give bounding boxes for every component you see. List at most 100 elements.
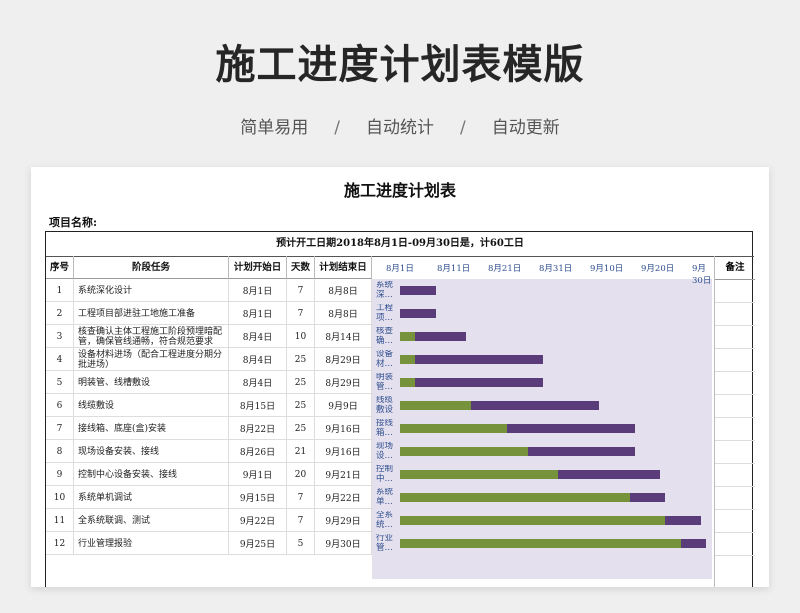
- row-end-date: 9月16日: [315, 440, 372, 463]
- remark-column: 备注: [714, 256, 755, 587]
- row-days: 7: [287, 486, 315, 509]
- gantt-bar-completed: [400, 447, 528, 456]
- row-end-date: 8月8日: [315, 279, 372, 302]
- row-task: 核查确认主体工程施工阶段预埋暗配管，确保管线通畅，符合规范要求: [74, 325, 229, 348]
- axis-tick-label: 8月1日: [386, 264, 414, 274]
- gantt-bar-planned: [527, 447, 635, 456]
- gantt-row-label: 线缆敷设: [376, 396, 394, 415]
- row-end-date: 9月9日: [315, 394, 372, 417]
- remark-cell: [715, 395, 755, 418]
- header-no: 序号: [46, 256, 74, 279]
- remark-cell: [715, 326, 755, 349]
- row-start-date: 8月22日: [229, 417, 287, 440]
- row-no: 7: [46, 417, 74, 440]
- row-end-date: 8月14日: [315, 325, 372, 348]
- row-end-date: 8月29日: [315, 348, 372, 371]
- remark-cell: [715, 441, 755, 464]
- row-end-date: 9月29日: [315, 509, 372, 532]
- row-task: 系统深化设计: [74, 279, 229, 302]
- row-days: 25: [287, 371, 315, 394]
- gantt-row-label: 行业管…: [376, 534, 394, 553]
- row-no: 11: [46, 509, 74, 532]
- row-no: 10: [46, 486, 74, 509]
- subtitle-separator: /: [460, 118, 466, 138]
- gantt-row-label: 现场设…: [376, 442, 394, 461]
- gantt-bar-planned: [415, 378, 543, 387]
- table-row: 11 全系统联调、测试 9月22日 7 9月29日: [46, 509, 372, 532]
- row-days: 21: [287, 440, 315, 463]
- remark-cell: [715, 280, 755, 303]
- schedule-banner: 预计开工日期2018年8月1日-09月30日是，计60工日: [46, 232, 754, 257]
- row-task: 接线箱、底座(盒)安装: [74, 417, 229, 440]
- gantt-bar-planned: [558, 470, 661, 479]
- row-start-date: 9月15日: [229, 486, 287, 509]
- gantt-bar-planned: [400, 286, 436, 295]
- subtitle-item: 自动更新: [491, 118, 560, 138]
- gantt-row-label: 接线箱…: [376, 419, 394, 438]
- gantt-bar-completed: [400, 332, 416, 341]
- header-start: 计划开始日: [229, 256, 287, 279]
- row-no: 8: [46, 440, 74, 463]
- table-row: 9 控制中心设备安装、接线 9月1日 20 9月21日: [46, 463, 372, 486]
- subtitle-item: 简单易用: [240, 118, 309, 138]
- header-task: 阶段任务: [74, 256, 229, 279]
- gantt-bar-planned: [415, 332, 467, 341]
- schedule-table: 预计开工日期2018年8月1日-09月30日是，计60工日 序号 阶段任务 计划…: [45, 231, 755, 587]
- row-days: 25: [287, 394, 315, 417]
- axis-tick-label: 9月30日: [692, 264, 712, 286]
- subtitle-item: 自动统计: [366, 118, 434, 138]
- row-days: 10: [287, 325, 315, 348]
- remark-cell: [715, 510, 755, 533]
- row-task: 线缆敷设: [74, 394, 229, 417]
- row-task: 系统单机调试: [74, 486, 229, 509]
- hero-title: 施工进度计划表模版: [215, 42, 585, 88]
- row-end-date: 9月22日: [315, 486, 372, 509]
- gantt-bar-completed: [400, 539, 681, 548]
- row-no: 3: [46, 325, 74, 348]
- gantt-row-label: 明装管…: [376, 373, 394, 392]
- row-days: 7: [287, 279, 315, 302]
- remark-cell: [715, 487, 755, 510]
- gantt-bar-completed: [400, 493, 630, 502]
- gantt-bar-planned: [471, 401, 599, 410]
- gantt-row-label: 全系统…: [376, 511, 394, 530]
- remark-cell: [715, 349, 755, 372]
- gantt-bar-planned: [507, 424, 635, 433]
- gantt-bar-planned: [400, 309, 436, 318]
- remark-cell: [715, 372, 755, 395]
- header-remark: 备注: [715, 256, 755, 280]
- row-start-date: 8月15日: [229, 394, 287, 417]
- row-start-date: 8月4日: [229, 348, 287, 371]
- gantt-row-label: 设备材…: [376, 350, 394, 369]
- row-end-date: 8月8日: [315, 302, 372, 325]
- row-end-date: 9月21日: [315, 463, 372, 486]
- row-no: 1: [46, 279, 74, 302]
- table-row: 5 明装管、线槽敷设 8月4日 25 8月29日: [46, 371, 372, 394]
- row-task: 全系统联调、测试: [74, 509, 229, 532]
- remark-cell: [715, 303, 755, 326]
- row-end-date: 9月16日: [315, 417, 372, 440]
- spreadsheet-preview: 施工进度计划表 项目名称: 预计开工日期2018年8月1日-09月30日是，计6…: [31, 167, 769, 587]
- gantt-row-label: 工程项…: [376, 304, 394, 323]
- hero-subtitle: 简单易用 / 自动统计 / 自动更新: [0, 113, 800, 138]
- row-task: 设备材料进场（配合工程进度分期分批进场）: [74, 348, 229, 371]
- axis-tick-label: 9月20日: [641, 264, 675, 274]
- header-days: 天数: [287, 256, 315, 279]
- axis-tick-label: 8月11日: [437, 264, 471, 274]
- row-start-date: 8月1日: [229, 279, 287, 302]
- table-row: 6 线缆敷设 8月15日 25 9月9日: [46, 394, 372, 417]
- row-task: 工程项目部进驻工地施工准备: [74, 302, 229, 325]
- row-start-date: 8月26日: [229, 440, 287, 463]
- gantt-bar-completed: [400, 424, 508, 433]
- row-days: 20: [287, 463, 315, 486]
- row-end-date: 8月29日: [315, 371, 372, 394]
- row-no: 12: [46, 532, 74, 555]
- table-row: 2 工程项目部进驻工地施工准备 8月1日 7 8月8日: [46, 302, 372, 325]
- table-row: 10 系统单机调试 9月15日 7 9月22日: [46, 486, 372, 509]
- table-row: 3 核查确认主体工程施工阶段预埋暗配管，确保管线通畅，符合规范要求 8月4日 10 8月…: [46, 325, 372, 348]
- row-days: 5: [287, 532, 315, 555]
- row-days: 25: [287, 348, 315, 371]
- row-start-date: 8月4日: [229, 371, 287, 394]
- row-days: 7: [287, 302, 315, 325]
- row-task: 控制中心设备安装、接线: [74, 463, 229, 486]
